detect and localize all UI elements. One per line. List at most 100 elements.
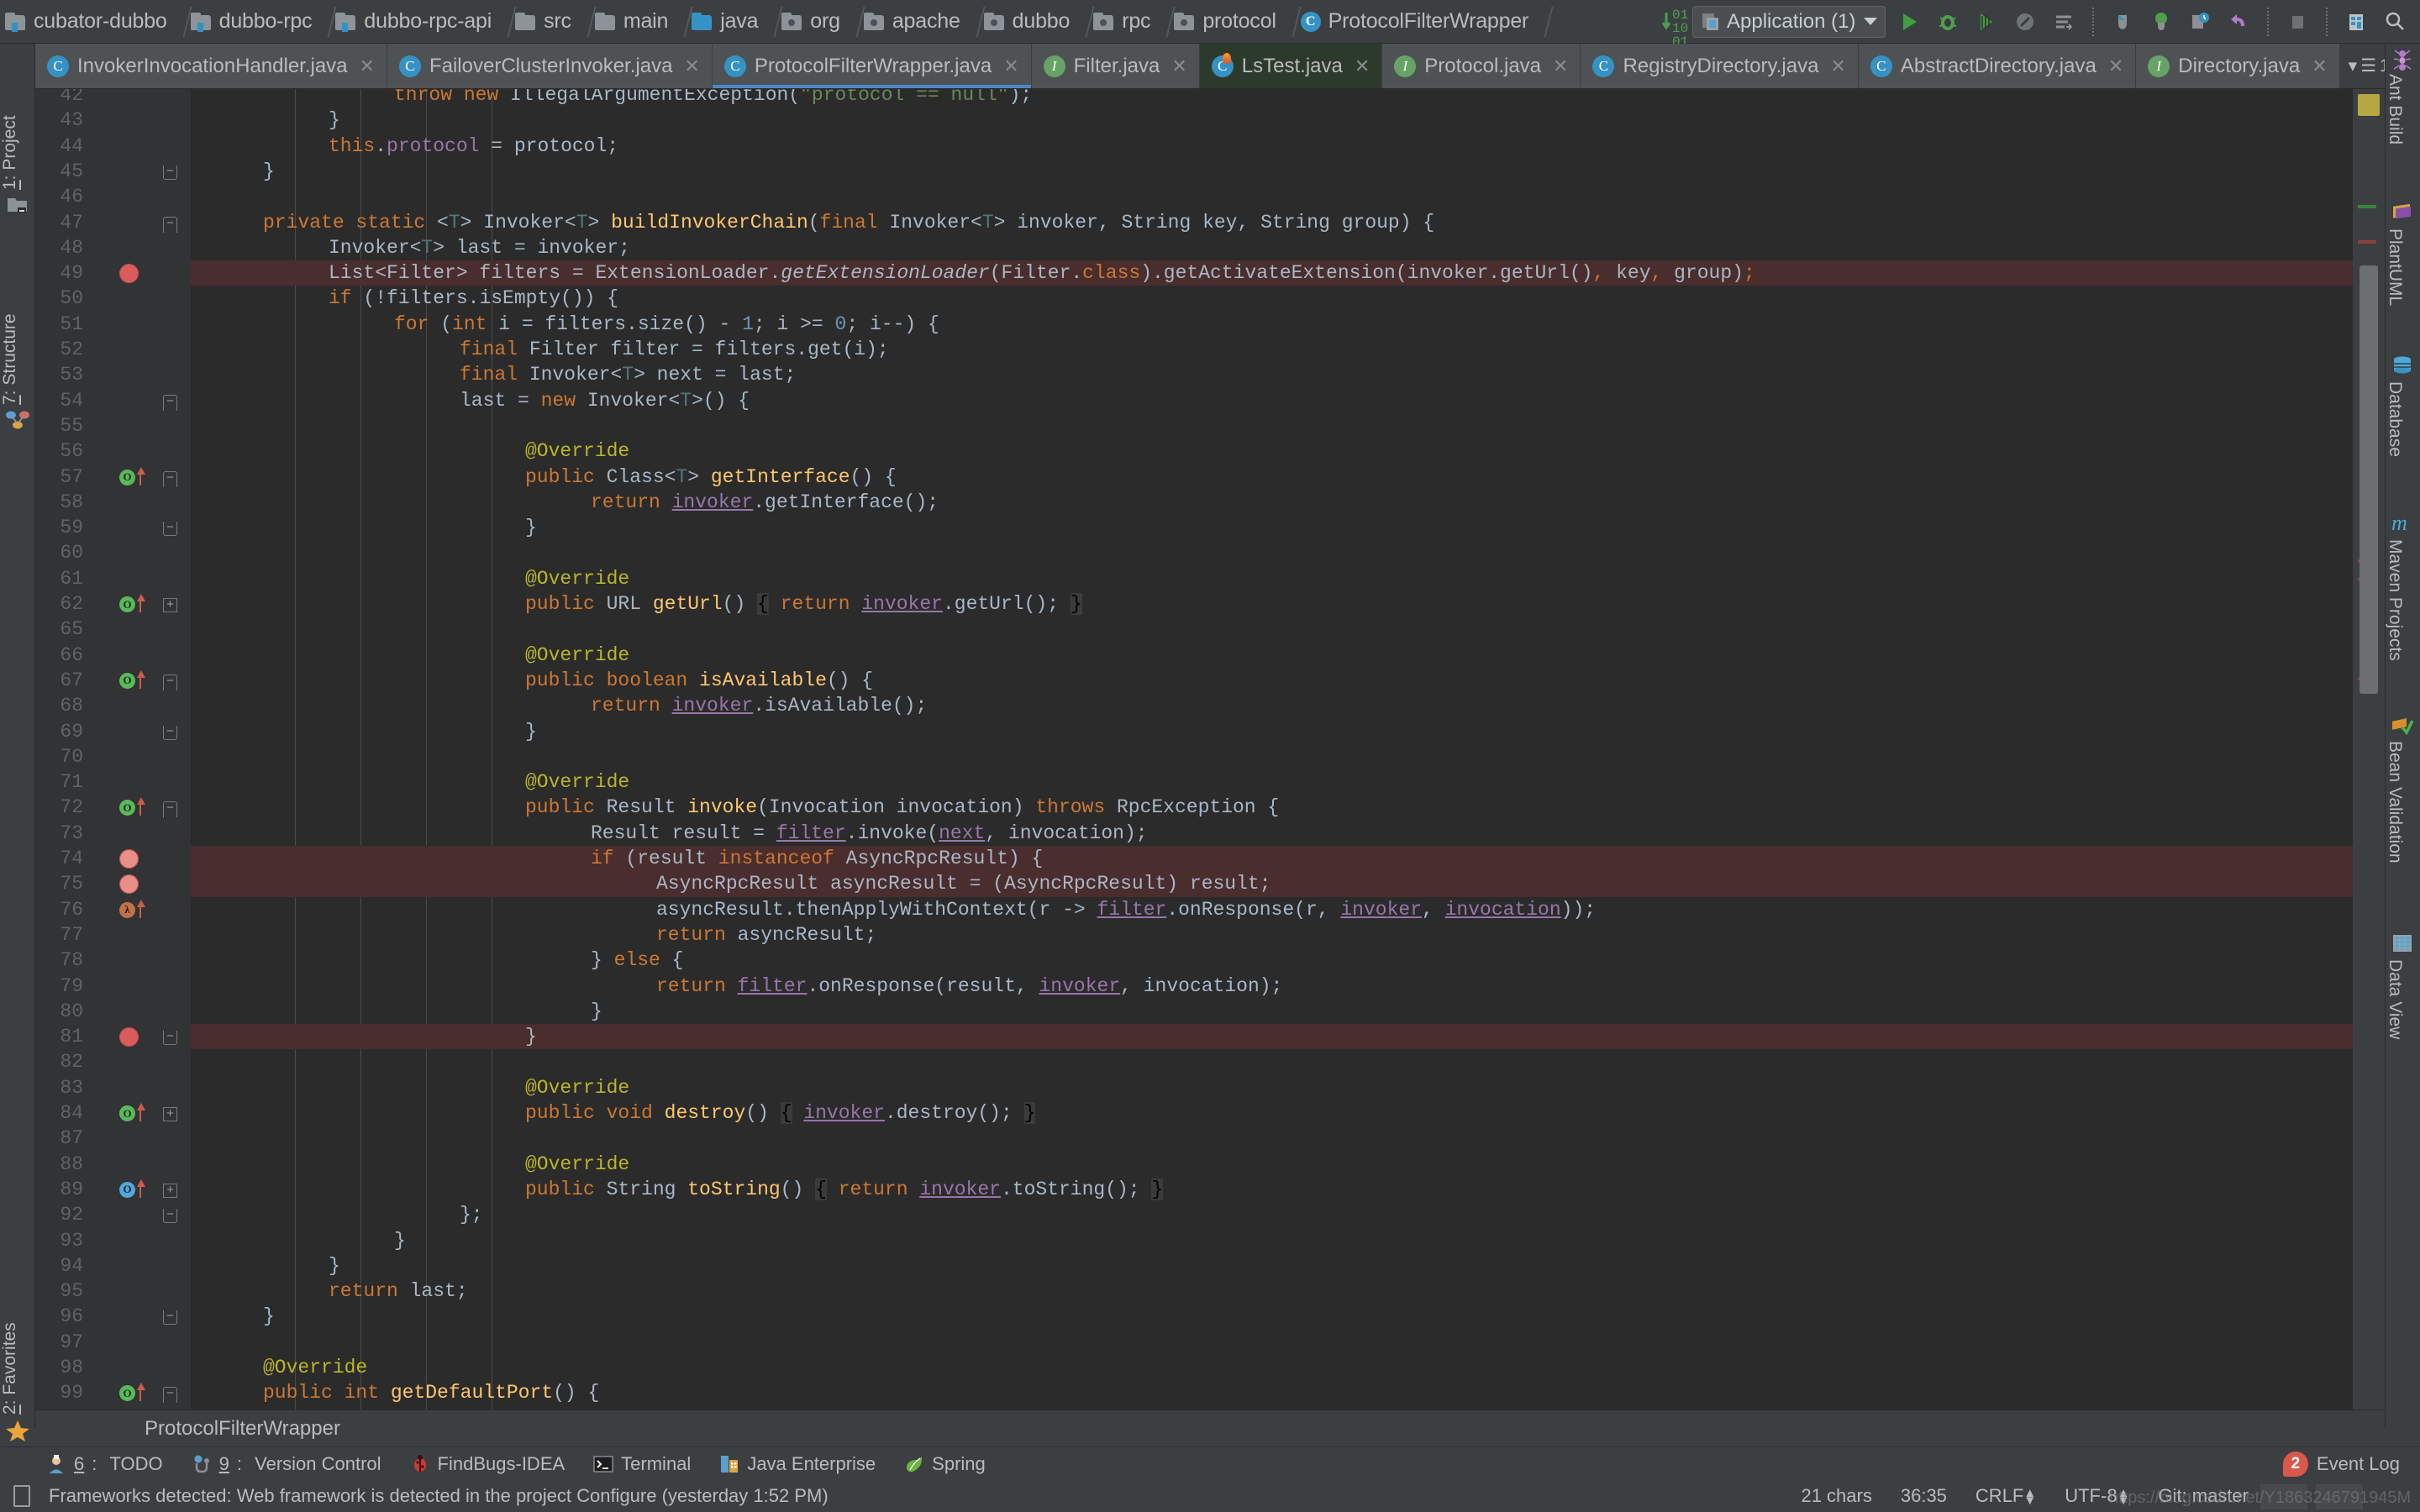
code-line[interactable] bbox=[191, 540, 2385, 565]
code-line[interactable]: } bbox=[191, 1024, 2385, 1050]
fold-end-icon[interactable]: − bbox=[163, 165, 177, 180]
update-project-icon[interactable]: 01 10 01 bbox=[1654, 3, 1691, 49]
gutter-row[interactable]: 96 − bbox=[35, 1304, 191, 1329]
code-line[interactable] bbox=[191, 744, 2385, 769]
code-line[interactable]: } else { bbox=[191, 948, 2385, 973]
editor-tab-abstractdirectory[interactable]: C AbstractDirectory.java ✕ bbox=[1858, 44, 2137, 88]
bottom-item-java-enterprise[interactable]: Java Enterprise bbox=[719, 1453, 876, 1475]
code-line[interactable]: } bbox=[191, 719, 2385, 744]
gutter-row[interactable]: 92 − bbox=[35, 1202, 191, 1227]
editor-tab-protocolfilterwrapper[interactable]: C ProtocolFilterWrapper.java ✕ bbox=[712, 44, 1032, 88]
close-icon[interactable]: ✕ bbox=[1003, 55, 1018, 77]
editor-tab-failoverclusterinvoker[interactable]: C FailoverClusterInvoker.java ✕ bbox=[387, 44, 713, 88]
code-line[interactable]: } bbox=[191, 159, 2385, 184]
lambda-marker-icon[interactable]: λ bbox=[119, 901, 135, 918]
checkout-icon[interactable] bbox=[2143, 3, 2180, 40]
gutter-row[interactable]: 88 bbox=[35, 1152, 191, 1177]
stop-square-icon[interactable] bbox=[2279, 3, 2316, 40]
gutter-row[interactable]: 84 O + bbox=[35, 1100, 191, 1126]
editor-tab-directory[interactable]: I Directory.java ✕ bbox=[2136, 44, 2340, 88]
sidebar-item-maven-projects[interactable]: m Maven Projects bbox=[2385, 511, 2420, 695]
gutter-row[interactable]: 74 bbox=[35, 846, 191, 871]
status-git-branch[interactable]: Git: master bbox=[2158, 1485, 2249, 1507]
breakpoint-icon[interactable] bbox=[119, 849, 139, 869]
gutter-row[interactable]: 94 bbox=[35, 1253, 191, 1278]
gutter-row[interactable]: 69 − bbox=[35, 719, 191, 744]
breadcrumb-item-dubbo-rpc[interactable]: dubbo-rpc bbox=[187, 0, 318, 44]
editor-tab-invokerinvocationhandler[interactable]: C InvokerInvocationHandler.java ✕ bbox=[35, 44, 387, 88]
code-content[interactable]: throw new IllegalArgumentException("prot… bbox=[191, 89, 2385, 1410]
sidebar-item-ant-build[interactable]: Ant Build bbox=[2385, 49, 2420, 183]
gutter-row[interactable]: 45 − bbox=[35, 159, 191, 184]
gutter-row[interactable]: 57 O − bbox=[35, 465, 191, 490]
profile-icon[interactable] bbox=[2007, 3, 2044, 40]
close-icon[interactable]: ✕ bbox=[360, 55, 375, 77]
fold-end-icon[interactable]: − bbox=[163, 725, 177, 740]
code-line[interactable]: @Override bbox=[191, 566, 2385, 591]
breadcrumb-item-protocolfilterwrapper[interactable]: C ProtocolFilterWrapper bbox=[1297, 0, 1534, 44]
code-line[interactable] bbox=[191, 617, 2385, 642]
gutter-row[interactable]: 78 bbox=[35, 948, 191, 973]
code-line[interactable]: if (result instanceof AsyncRpcResult) { bbox=[191, 846, 2385, 872]
editor-tab-filter[interactable]: I Filter.java ✕ bbox=[1031, 44, 1200, 88]
code-line[interactable]: last = new Invoker<T>() { bbox=[191, 388, 2385, 413]
gutter-row[interactable]: 73 bbox=[35, 821, 191, 846]
bottom-item-todo[interactable]: 6: TODO bbox=[46, 1453, 163, 1475]
gutter-row[interactable]: 83 bbox=[35, 1075, 191, 1100]
gutter-row[interactable]: 67 O − bbox=[35, 668, 191, 693]
stop-icon[interactable] bbox=[2045, 3, 2082, 40]
status-encoding[interactable]: UTF-8▲ ▼ bbox=[2065, 1485, 2129, 1507]
code-line[interactable]: AsyncRpcResult asyncResult = (AsyncRpcRe… bbox=[191, 871, 2385, 897]
gutter-row[interactable]: 53 bbox=[35, 362, 191, 387]
close-icon[interactable]: ✕ bbox=[1553, 55, 1568, 77]
gutter-row[interactable]: 72 O − bbox=[35, 795, 191, 820]
gutter-row[interactable]: 59 − bbox=[35, 515, 191, 540]
code-line[interactable]: } bbox=[191, 515, 2385, 540]
breadcrumb-item-main[interactable]: main bbox=[592, 0, 673, 44]
fold-collapse-icon[interactable]: − bbox=[163, 216, 177, 233]
gutter-row[interactable]: 52 bbox=[35, 337, 191, 362]
debug-icon[interactable] bbox=[1929, 3, 1966, 40]
breadcrumb-item-dubbo[interactable]: dubbo bbox=[981, 0, 1076, 44]
breakpoint-icon[interactable] bbox=[119, 264, 139, 284]
code-line[interactable]: public Result invoke(Invocation invocati… bbox=[191, 795, 2385, 820]
gutter-row[interactable]: 43 bbox=[35, 108, 191, 133]
code-line[interactable]: public boolean isAvailable() { bbox=[191, 668, 2385, 693]
sidebar-item-favorites[interactable]: 2: Favorites bbox=[0, 1263, 35, 1441]
implementing-method-icon[interactable]: O bbox=[119, 469, 135, 486]
close-icon[interactable]: ✕ bbox=[1830, 55, 1845, 77]
gutter-row[interactable]: 62 O + bbox=[35, 591, 191, 617]
status-notification-icon[interactable] bbox=[13, 1485, 30, 1507]
bottom-item-version-control[interactable]: 9: Version Control bbox=[192, 1453, 381, 1475]
fold-expand-icon[interactable]: + bbox=[163, 1183, 177, 1198]
code-line[interactable]: asyncResult.thenApplyWithContext(r -> fi… bbox=[191, 897, 2385, 922]
fold-end-icon[interactable]: − bbox=[163, 1030, 177, 1046]
editor-scrollbar-thumb[interactable] bbox=[2360, 265, 2378, 694]
code-line[interactable]: public String toString() { return invoke… bbox=[191, 1177, 2385, 1202]
commit-icon[interactable] bbox=[2104, 3, 2141, 40]
fold-expand-icon[interactable]: + bbox=[163, 1107, 177, 1121]
fold-expand-icon[interactable]: + bbox=[163, 598, 177, 612]
breadcrumb-item-src[interactable]: src bbox=[512, 0, 576, 44]
code-line[interactable]: this.protocol = protocol; bbox=[191, 134, 2385, 159]
code-line[interactable]: @Override bbox=[191, 769, 2385, 795]
breadcrumb-item-dubbo-rpc-api[interactable]: dubbo-rpc-api bbox=[332, 0, 497, 44]
marker-breakpoint[interactable] bbox=[2358, 240, 2376, 244]
code-line[interactable]: return invoker.getInterface(); bbox=[191, 490, 2385, 515]
breadcrumb-item-java[interactable]: java bbox=[688, 0, 763, 44]
code-line[interactable]: Invoker<T> last = invoker; bbox=[191, 235, 2385, 260]
bottom-item-terminal[interactable]: Terminal bbox=[593, 1453, 691, 1475]
gutter-row[interactable]: 76 λ bbox=[35, 897, 191, 922]
gutter-row[interactable]: 55 bbox=[35, 413, 191, 438]
gutter-row[interactable]: 60 bbox=[35, 540, 191, 565]
code-line[interactable] bbox=[191, 1049, 2385, 1074]
chevron-down-icon[interactable] bbox=[1864, 18, 1878, 25]
gutter-row[interactable]: 51 bbox=[35, 312, 191, 337]
gutter-row[interactable]: 61 bbox=[35, 566, 191, 591]
implementing-method-icon[interactable]: O bbox=[119, 800, 135, 816]
overriding-method-icon[interactable]: O bbox=[119, 1181, 135, 1198]
code-line[interactable]: return last; bbox=[191, 1278, 2385, 1304]
code-line[interactable]: throw new IllegalArgumentException("prot… bbox=[191, 89, 2385, 108]
code-line[interactable]: public URL getUrl() { return invoker.get… bbox=[191, 591, 2385, 617]
sidebar-item-database[interactable]: Database bbox=[2385, 354, 2420, 486]
